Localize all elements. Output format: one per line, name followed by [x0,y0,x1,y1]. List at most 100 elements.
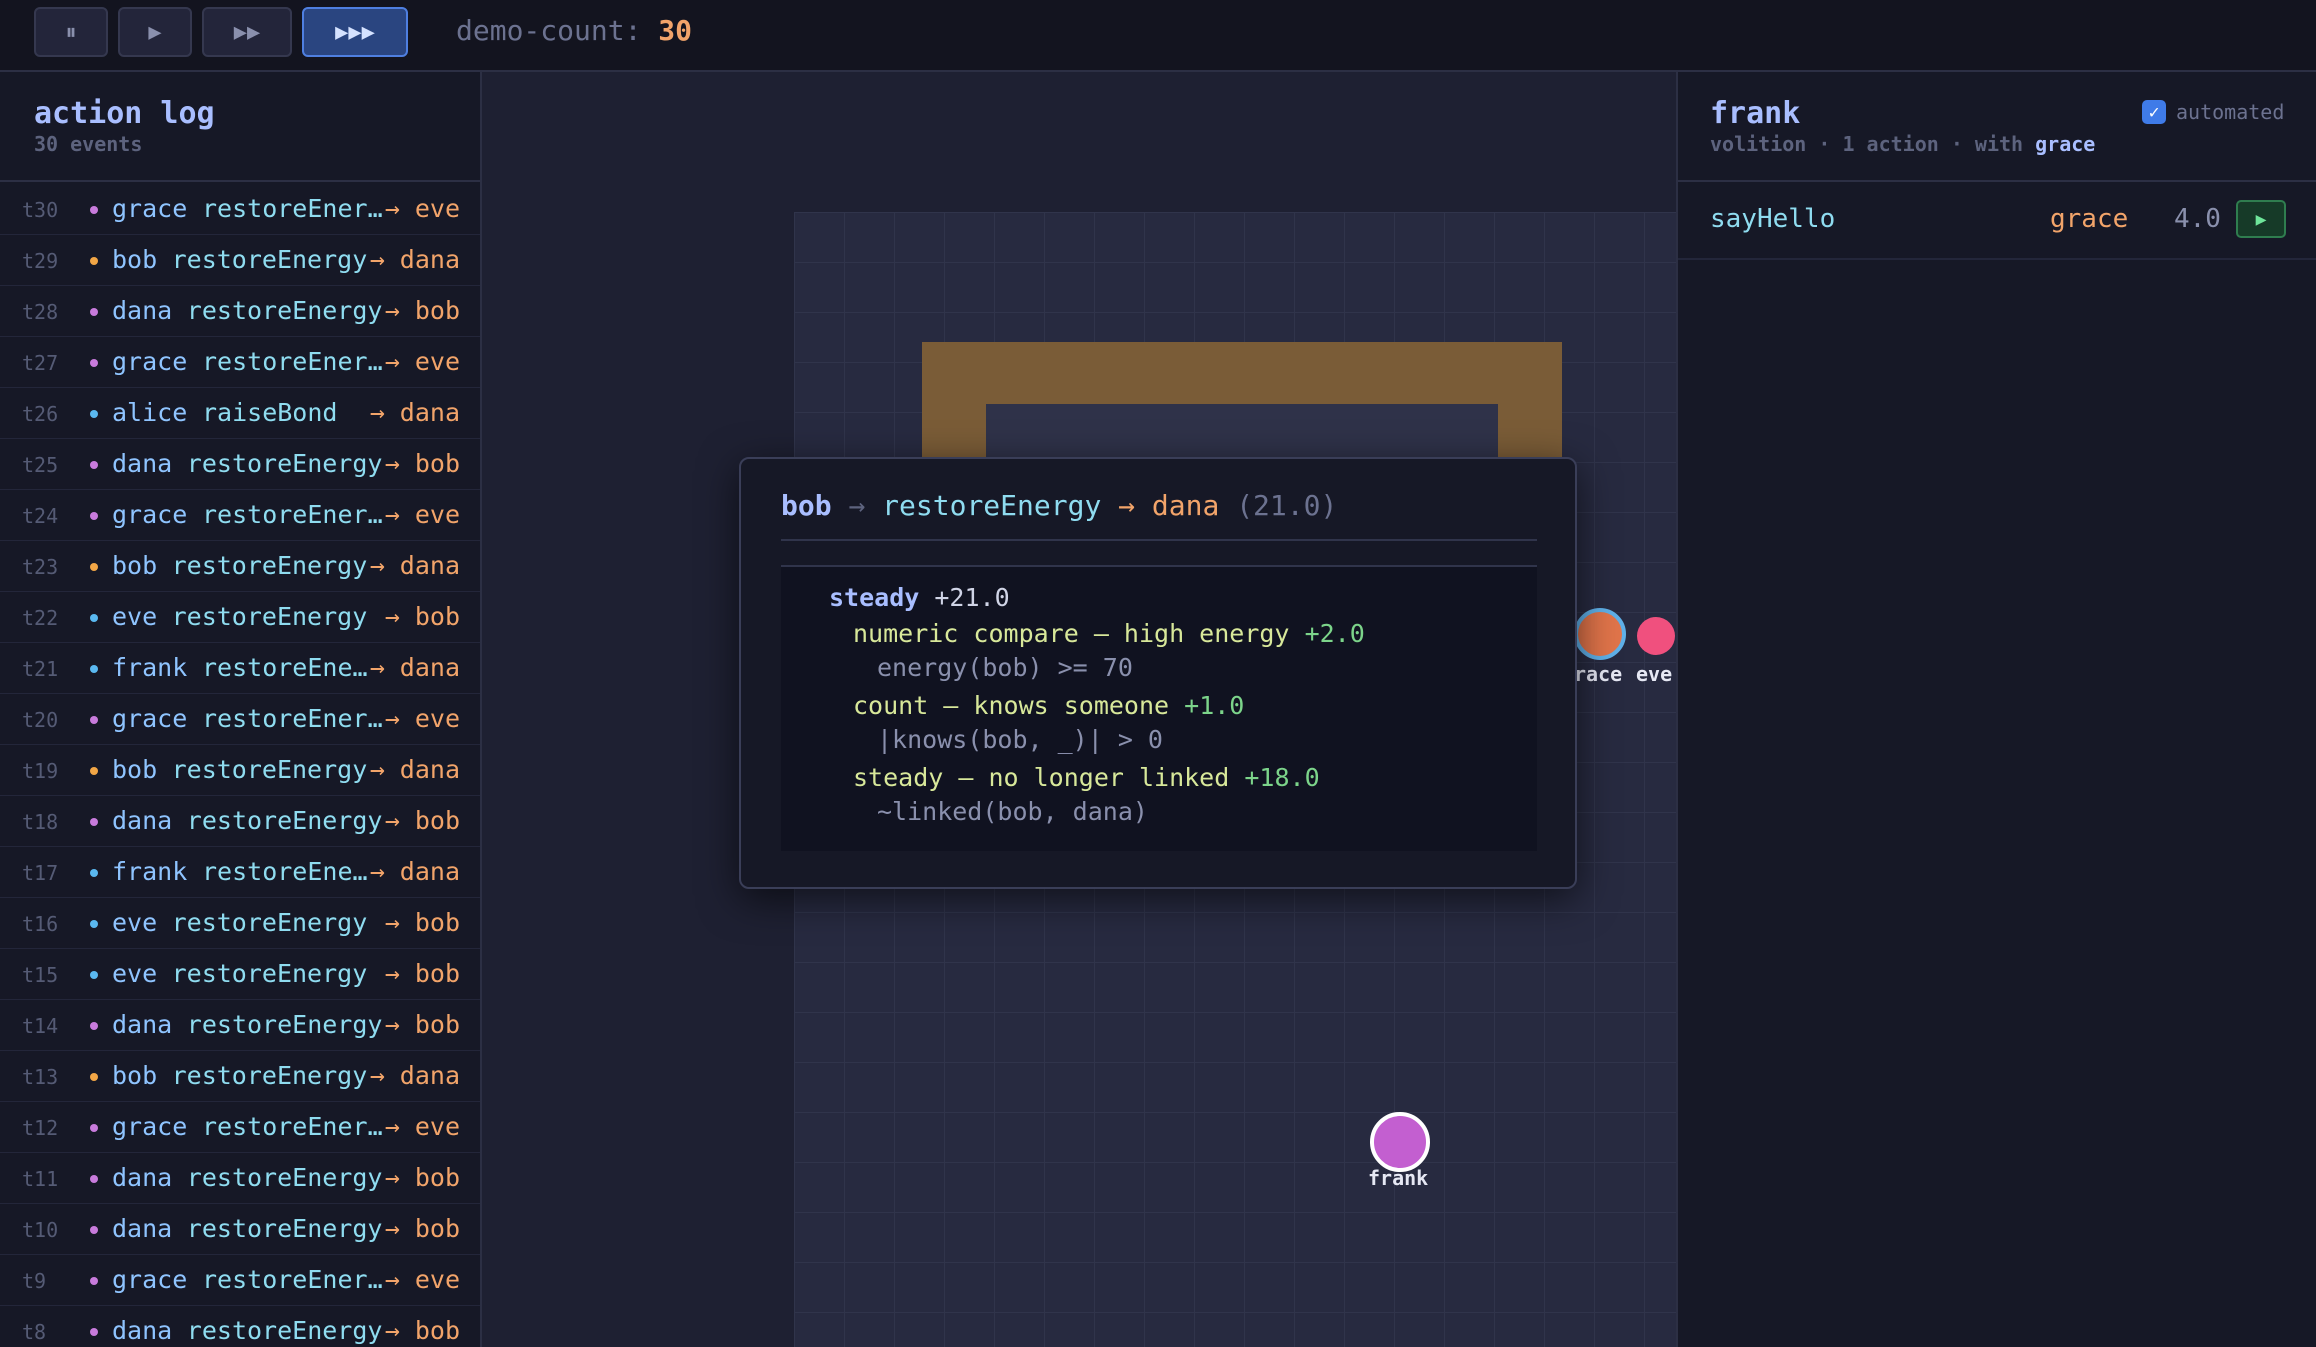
log-row[interactable]: t28 dana restoreEnergy → bob [0,286,480,337]
log-action: restoreEne… [202,857,368,886]
inspector-subtitle-text: volition · 1 action · with [1710,132,2024,156]
fast-forward-button[interactable]: ▶▶ [202,7,292,57]
log-actor: bob [112,755,158,784]
log-action: restoreEnergy [186,1010,383,1039]
log-row[interactable]: t26 alice raiseBond → dana [0,388,480,439]
log-row[interactable]: t16 eve restoreEnergy → bob [0,898,480,949]
log-row[interactable]: t22 eve restoreEnergy → bob [0,592,480,643]
log-dot-icon [90,257,98,265]
log-action: restoreEnergy [186,1214,383,1243]
run-action-button[interactable]: ▶ [2236,200,2286,238]
log-action: restoreEner… [202,194,383,223]
log-action: restoreEner… [202,500,383,529]
log-time: t10 [22,1218,59,1242]
log-action: restoreEnergy [171,755,368,784]
log-row[interactable]: t25 dana restoreEnergy → bob [0,439,480,490]
log-time: t22 [22,606,59,630]
rule-value: +2.0 [1304,619,1365,648]
log-dot-icon [90,920,98,928]
log-dot-icon [90,1022,98,1030]
log-action: restoreEnergy [171,908,368,937]
log-row[interactable]: t15 eve restoreEnergy → bob [0,949,480,1000]
breakdown-head-value: +21.0 [934,583,1010,612]
log-row[interactable]: t14 dana restoreEnergy → bob [0,1000,480,1051]
log-row[interactable]: t17 frank restoreEne… → dana [0,847,480,898]
rule-condition: energy(bob) >= 70 [877,653,1133,682]
log-action: restoreEnergy [186,806,383,835]
log-action: restoreEne… [202,653,368,682]
log-time: t26 [22,402,59,426]
inspector-with-agent[interactable]: grace [2035,132,2095,156]
log-time: t23 [22,555,59,579]
log-actor: frank [112,857,188,886]
demo-count: demo-count: 30 [456,14,692,47]
score-tooltip: bob → restoreEnergy → dana (21.0) steady… [739,457,1577,889]
log-time: t13 [22,1065,59,1089]
tooltip-target: dana [1151,489,1220,522]
log-row[interactable]: t21 frank restoreEne… → dana [0,643,480,694]
agent-frank[interactable] [1370,1112,1430,1172]
agent-inspector-panel: frank volition · 1 action · with grace ✓… [1676,72,2316,1347]
rule-line: count — knows someone +1.0 [853,691,1244,720]
log-action: restoreEner… [202,704,383,733]
log-actor: dana [112,806,173,835]
log-actor: bob [112,551,158,580]
rule-line: steady — no longer linked +18.0 [853,763,1320,792]
toolbar: ⏸ ▶ ▶▶ ▶▶▶ demo-count: 30 [0,0,2316,72]
log-row[interactable]: t20 grace restoreEner… → eve [0,694,480,745]
automated-label: automated [2176,100,2285,124]
log-target: → eve [384,347,460,376]
log-dot-icon [90,410,98,418]
rule-name: count — knows someone [853,691,1170,720]
agent-eve[interactable] [1637,617,1675,655]
fastest-forward-button[interactable]: ▶▶▶ [302,7,408,57]
action-row[interactable]: sayHello grace 4.0 ▶ [1678,182,2316,260]
log-target: → dana [369,551,460,580]
log-row[interactable]: t29 bob restoreEnergy → dana [0,235,480,286]
log-actor: grace [112,704,188,733]
action-log-title: action log [34,96,215,131]
log-time: t18 [22,810,59,834]
log-actor: eve [112,602,158,631]
log-row[interactable]: t12 grace restoreEner… → eve [0,1102,480,1153]
log-row[interactable]: t18 dana restoreEnergy → bob [0,796,480,847]
log-dot-icon [90,1124,98,1132]
log-time: t20 [22,708,59,732]
log-row[interactable]: t8 dana restoreEnergy → bob [0,1306,480,1347]
log-row[interactable]: t9 grace restoreEner… → eve [0,1255,480,1306]
log-time: t15 [22,963,59,987]
tooltip-actor: bob [781,489,832,522]
log-target: → eve [384,1112,460,1141]
log-target: → bob [384,449,460,478]
pause-button[interactable]: ⏸ [34,7,108,57]
log-row[interactable]: t19 bob restoreEnergy → dana [0,745,480,796]
automated-checkbox[interactable]: ✓ [2142,100,2166,124]
log-row[interactable]: t30 grace restoreEner… → eve [0,184,480,235]
log-dot-icon [90,971,98,979]
log-actor: dana [112,1010,173,1039]
action-log-count: 30 events [34,132,143,156]
log-row[interactable]: t27 grace restoreEner… → eve [0,337,480,388]
log-time: t19 [22,759,59,783]
log-action: restoreEnergy [186,449,383,478]
play-button[interactable]: ▶ [118,7,192,57]
log-actor: grace [112,500,188,529]
log-row[interactable]: t10 dana restoreEnergy → bob [0,1204,480,1255]
log-target: → eve [384,194,460,223]
log-actor: eve [112,908,158,937]
demo-count-value: 30 [658,14,693,47]
log-row[interactable]: t24 grace restoreEner… → eve [0,490,480,541]
score-breakdown: steady +21.0 numeric compare — high ener… [781,567,1537,851]
log-target: → bob [384,959,460,988]
log-row[interactable]: t11 dana restoreEnergy → bob [0,1153,480,1204]
log-time: t25 [22,453,59,477]
check-icon: ✓ [2148,101,2160,123]
log-dot-icon [90,614,98,622]
agent-eve-label: eve [1636,662,1673,686]
log-row[interactable]: t13 bob restoreEnergy → dana [0,1051,480,1102]
log-dot-icon [90,869,98,877]
log-row[interactable]: t23 bob restoreEnergy → dana [0,541,480,592]
agent-frank-label: frank [1368,1166,1429,1190]
agent-grace[interactable] [1574,608,1626,660]
action-target: grace [2050,204,2129,234]
